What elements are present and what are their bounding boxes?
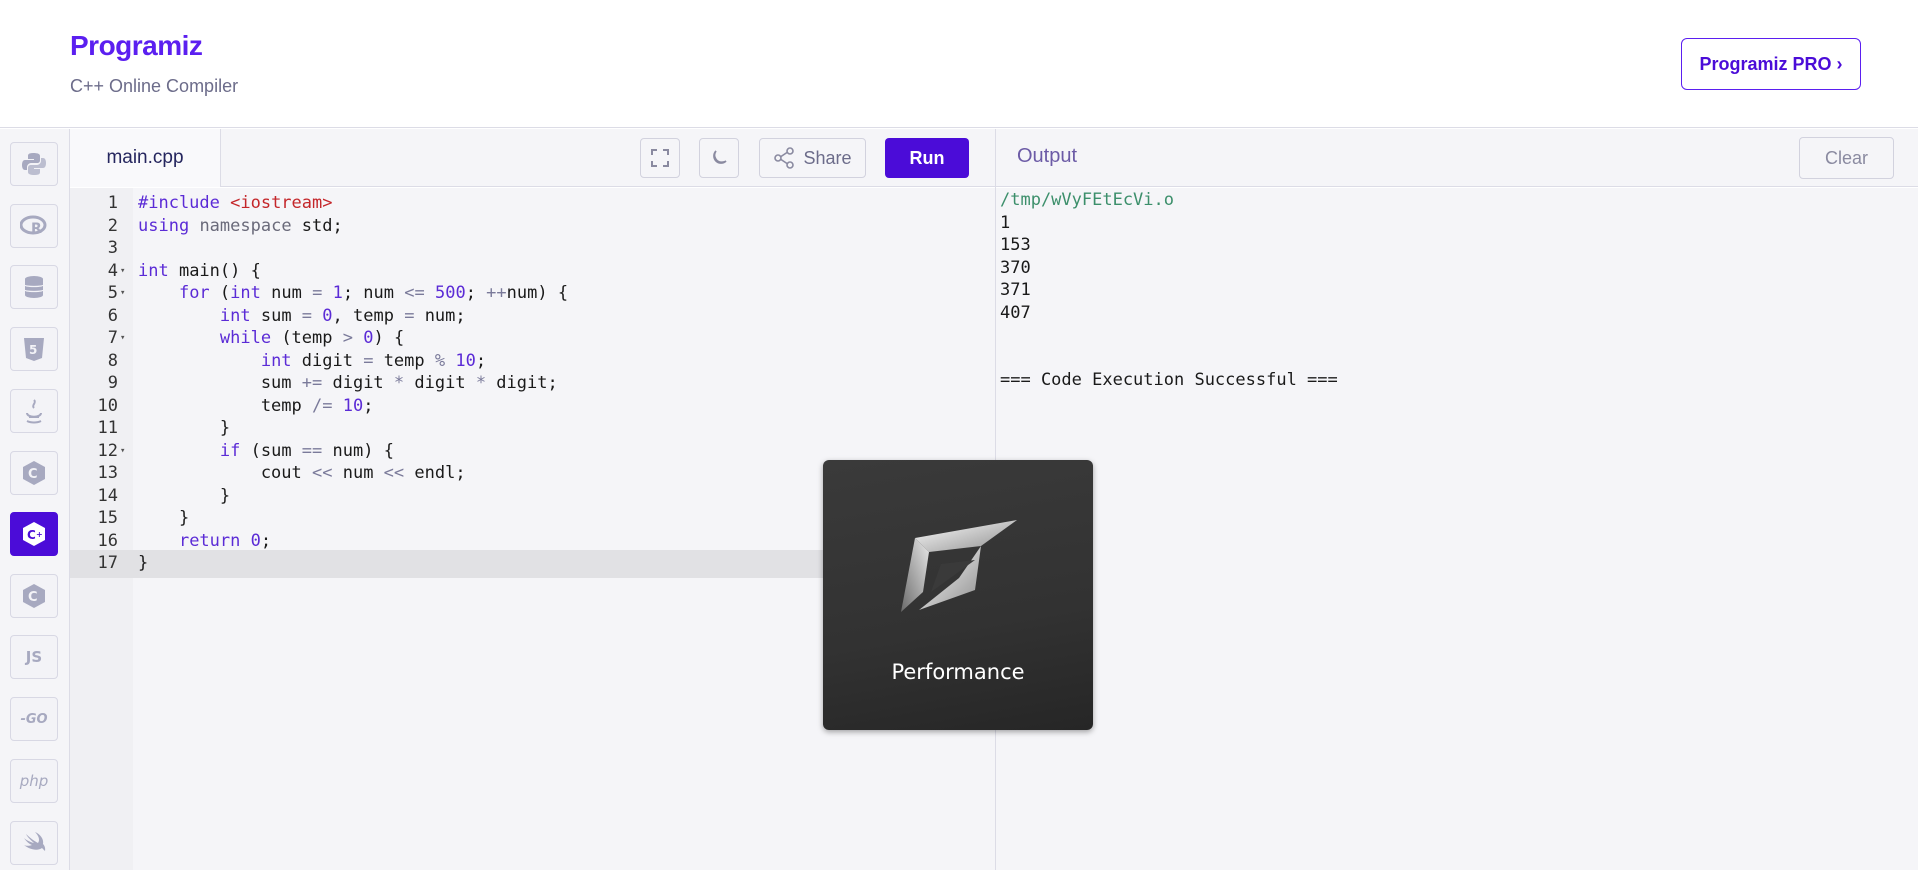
page-subtitle: C++ Online Compiler <box>70 76 239 96</box>
svg-text:C: C <box>28 590 38 605</box>
output-header: Output Clear <box>996 129 1918 187</box>
cpp-icon[interactable]: C + <box>10 512 58 556</box>
clear-button[interactable]: Clear <box>1799 137 1894 179</box>
performance-overlay: Performance <box>823 460 1093 730</box>
svg-text:C: C <box>28 467 38 482</box>
c-icon[interactable]: C <box>10 451 58 495</box>
share-label: Share <box>803 147 852 168</box>
language-sidebar: R 5 C C + C JS -GO php <box>0 129 70 870</box>
output-line: 407 <box>1000 302 1031 323</box>
programiz-pro-button[interactable]: Programiz PRO › <box>1681 38 1861 90</box>
fullscreen-icon[interactable] <box>640 138 680 178</box>
swift-icon[interactable] <box>10 821 58 865</box>
line-number: 17 <box>97 553 118 573</box>
csharp-icon[interactable]: C <box>10 574 58 618</box>
svg-text:C: C <box>27 528 36 542</box>
code-text: } <box>138 553 149 573</box>
svg-text:+: + <box>36 530 43 539</box>
programiz-logo[interactable]: Programiz <box>70 30 203 62</box>
output-line: === Code Execution Successful === <box>1000 370 1338 390</box>
performance-label: Performance <box>891 660 1025 684</box>
python-icon[interactable] <box>10 142 58 186</box>
database-icon[interactable] <box>10 265 58 309</box>
share-button[interactable]: Share <box>759 138 866 178</box>
output-line: 371 <box>1000 280 1031 300</box>
share-icon <box>774 147 795 169</box>
file-tab-main-cpp[interactable]: main.cpp <box>70 129 221 187</box>
svg-text:5: 5 <box>29 343 37 357</box>
java-icon[interactable] <box>10 389 58 433</box>
editor-toolbar: main.cpp Share Run <box>70 129 995 187</box>
output-line: 153 <box>1000 235 1031 255</box>
top-header: Programiz C++ Online Compiler Programiz … <box>0 0 1918 128</box>
performance-logo-icon <box>901 520 1017 612</box>
javascript-icon[interactable]: JS <box>10 635 58 679</box>
output-console[interactable]: /tmp/wVyFEtEcVi.o 1 153 370 371 407 === Code E… <box>996 188 1918 870</box>
php-icon[interactable]: php <box>10 759 58 803</box>
output-line: /tmp/wVyFEtEcVi.o <box>1000 190 1174 210</box>
output-line: 370 <box>1000 257 1031 278</box>
svg-text:R: R <box>31 221 42 237</box>
output-line: 1 <box>1000 212 1011 233</box>
r-icon[interactable]: R <box>10 204 58 248</box>
output-title: Output <box>1017 145 1078 167</box>
html5-icon[interactable]: 5 <box>10 327 58 371</box>
go-icon[interactable]: -GO <box>10 697 58 741</box>
run-button[interactable]: Run <box>885 138 969 178</box>
dark-mode-moon-icon[interactable] <box>699 138 739 178</box>
